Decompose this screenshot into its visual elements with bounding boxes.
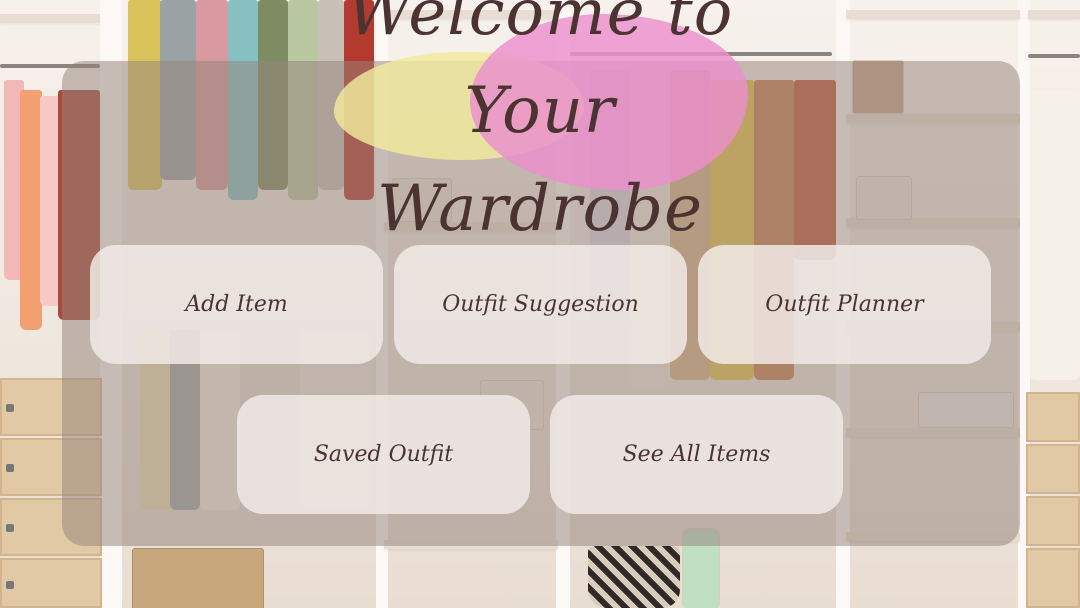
drawer (0, 558, 102, 608)
see-all-items-button[interactable]: See All Items (550, 395, 843, 514)
outfit-suggestion-button[interactable]: Outfit Suggestion (394, 245, 687, 364)
clothing (40, 96, 60, 306)
clothing (20, 90, 42, 330)
shelf (846, 10, 1020, 19)
drawer (1026, 444, 1080, 494)
saved-outfit-button[interactable]: Saved Outfit (237, 395, 530, 514)
add-item-button[interactable]: Add Item (90, 245, 383, 364)
basket (588, 546, 680, 608)
drawer (1026, 548, 1080, 608)
shelf (0, 14, 100, 23)
outfit-planner-button[interactable]: Outfit Planner (698, 245, 991, 364)
hanging-rod (1028, 54, 1080, 58)
drawer (1026, 392, 1080, 442)
clothing (1030, 90, 1080, 380)
shelf (1028, 10, 1080, 19)
page-title: Welcome to Your Wardrobe (346, 0, 734, 246)
wooden-stool (132, 548, 264, 608)
drawer (1026, 496, 1080, 546)
